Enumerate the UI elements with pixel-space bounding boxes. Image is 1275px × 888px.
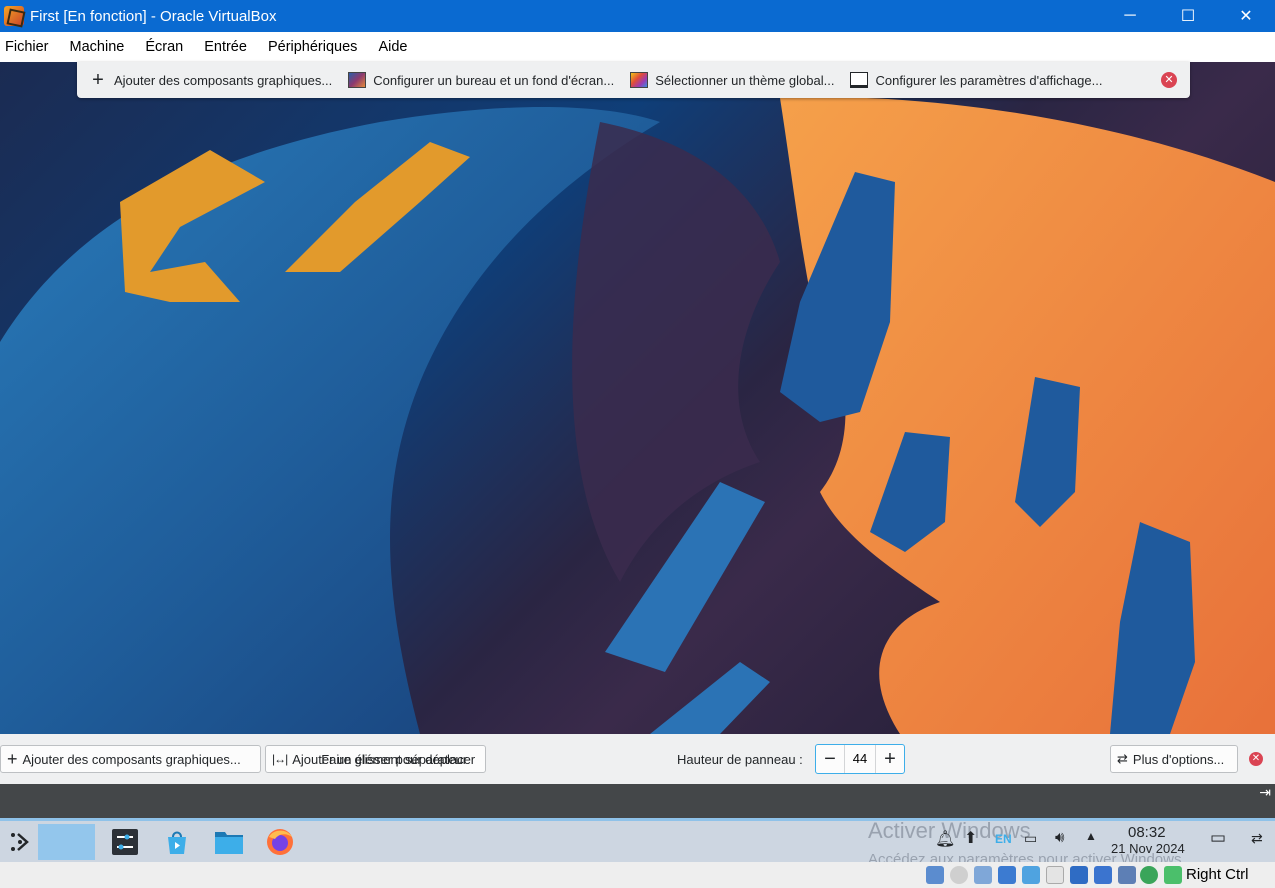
shared-folders-icon[interactable] <box>1046 866 1064 884</box>
keyboard-capture-icon[interactable] <box>1164 866 1182 884</box>
file-manager-icon[interactable] <box>212 824 246 860</box>
add-spacer-button[interactable]: |↔| Ajouter un élément séparateur Faire … <box>265 745 486 773</box>
display-settings-button[interactable]: Configurer les paramètres d'affichage... <box>850 72 1102 88</box>
panel-add-widgets-button[interactable]: + Ajouter des composants graphiques... <box>0 745 261 773</box>
tray-expand-chevron-icon[interactable]: ▲ <box>1085 829 1097 843</box>
clock-time[interactable]: 08:32 <box>1128 824 1166 841</box>
host-key-label: Right Ctrl <box>1186 866 1249 883</box>
virtualbox-app-icon <box>4 6 24 26</box>
more-options-button[interactable]: ⇄ Plus d'options... <box>1110 745 1238 773</box>
pager-desktop-1[interactable] <box>38 824 95 860</box>
discover-store-icon[interactable] <box>160 824 194 860</box>
drag-hint-label: Faire glisser pour déplacer <box>321 751 476 767</box>
cpu-virtualization-icon[interactable] <box>1118 866 1136 884</box>
clock-date[interactable]: 21 Nov 2024 <box>1111 841 1185 856</box>
audio-icon[interactable] <box>974 866 992 884</box>
wallpaper-art <box>0 97 1275 734</box>
display-settings-label: Configurer les paramètres d'affichage... <box>875 72 1103 88</box>
firefox-icon[interactable] <box>263 824 297 860</box>
menu-peripheriques[interactable]: Périphériques <box>263 39 367 55</box>
wallpaper-icon <box>348 72 367 88</box>
spacer-icon: |↔| <box>272 752 288 766</box>
configure-desktop-label: Configurer un bureau et un fond d'écran.… <box>373 72 615 88</box>
window-titlebar[interactable]: First [En fonction] - Oracle VirtualBox … <box>0 0 1275 32</box>
plus-icon: + <box>7 748 18 769</box>
application-launcher-icon[interactable] <box>4 824 34 860</box>
panel-edit-bar: + Ajouter des composants graphiques... |… <box>0 734 1275 784</box>
plus-icon: + <box>92 69 104 91</box>
close-edit-mode-icon[interactable]: ✕ <box>1161 72 1177 88</box>
panel-height-label: Hauteur de panneau : <box>677 752 803 767</box>
menu-machine[interactable]: Machine <box>65 39 135 55</box>
notifications-bell-icon[interactable]: 🔔︎ <box>935 829 955 849</box>
usb-icon[interactable] <box>1022 866 1040 884</box>
theme-icon <box>630 72 649 88</box>
window-title: First [En fonction] - Oracle VirtualBox <box>30 7 277 25</box>
mouse-integration-icon[interactable] <box>1140 866 1158 884</box>
increase-height-button[interactable]: + <box>876 745 904 773</box>
select-theme-label: Sélectionner un thème global... <box>655 72 835 88</box>
panel-height-value[interactable]: 44 <box>844 745 876 773</box>
keyboard-layout-indicator[interactable]: EN <box>995 832 1012 846</box>
show-desktop-icon[interactable]: ▭ <box>1210 828 1226 848</box>
network-icon[interactable] <box>998 866 1016 884</box>
settings-sliders-icon: ⇄ <box>1117 751 1128 766</box>
close-panel-edit-icon[interactable]: ✕ <box>1249 752 1263 766</box>
panel-add-widgets-label: Ajouter des composants graphiques... <box>22 751 241 767</box>
decrease-height-button[interactable]: − <box>816 745 844 773</box>
select-theme-button[interactable]: Sélectionner un thème global... <box>630 72 834 88</box>
close-button[interactable]: ✕ <box>1217 0 1275 32</box>
panel-resize-strip[interactable]: ⇥ <box>0 784 1275 818</box>
monitor-icon <box>850 72 869 88</box>
hard-disk-icon[interactable] <box>926 866 944 884</box>
maximize-button[interactable]: ☐ <box>1159 0 1217 32</box>
resize-arrow-icon[interactable]: ⇥ <box>1259 784 1271 801</box>
menu-entree[interactable]: Entrée <box>199 39 257 55</box>
minimize-button[interactable]: ─ <box>1101 0 1159 32</box>
add-widgets-label: Ajouter des composants graphiques... <box>114 72 333 88</box>
volume-icon[interactable]: 🔊︎ <box>1055 829 1064 846</box>
desktop-wallpaper[interactable] <box>0 62 1275 734</box>
more-options-label: Plus d'options... <box>1132 751 1225 767</box>
menu-aide[interactable]: Aide <box>373 39 417 55</box>
configure-desktop-button[interactable]: Configurer un bureau et un fond d'écran.… <box>348 72 614 88</box>
menu-fichier[interactable]: Fichier <box>0 39 59 55</box>
system-settings-icon[interactable] <box>108 824 142 860</box>
updates-icon[interactable]: ⬆ <box>964 828 977 848</box>
menu-bar: Fichier Machine Écran Entrée Périphériqu… <box>0 32 1275 62</box>
panel-settings-icon[interactable]: ⇄ <box>1251 830 1263 847</box>
desktop-edit-toolbar: + Ajouter des composants graphiques... C… <box>77 62 1190 98</box>
recording-icon[interactable] <box>1094 866 1112 884</box>
vbox-status-bar <box>0 862 1275 888</box>
optical-drive-icon[interactable] <box>950 866 968 884</box>
battery-icon[interactable]: ▭ <box>1024 830 1037 847</box>
panel-height-spinbox[interactable]: − 44 + <box>815 744 905 774</box>
menu-ecran[interactable]: Écran <box>140 39 193 55</box>
display-icon[interactable] <box>1070 866 1088 884</box>
add-widgets-button[interactable]: + Ajouter des composants graphiques... <box>89 69 333 91</box>
